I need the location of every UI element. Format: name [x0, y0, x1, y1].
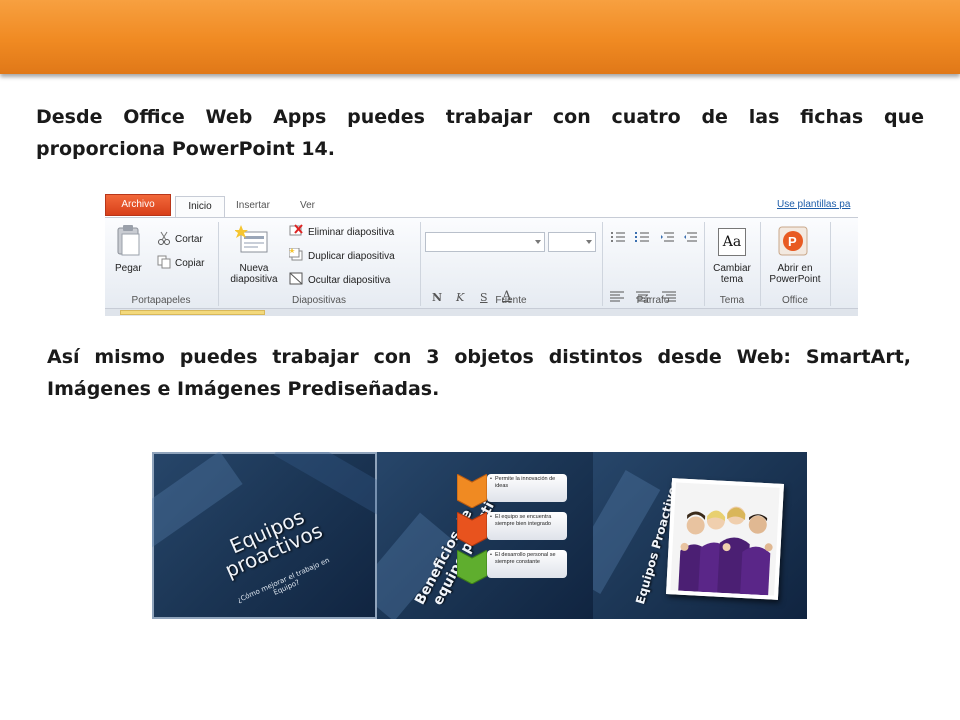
list-buttons-icon[interactable] — [610, 230, 700, 246]
nueva-line-1: Nueva — [239, 263, 269, 274]
svg-text:P: P — [788, 234, 797, 249]
copy-icon[interactable] — [157, 255, 171, 269]
powerpoint-icon[interactable]: P — [778, 226, 808, 256]
ribbon-tab-bar: Archivo Inicio Insertar Ver Use plantill… — [105, 191, 858, 218]
group-label-parrafo: Párrafo — [636, 295, 670, 306]
ocultar-diapositiva-button[interactable]: Ocultar diapositiva — [308, 275, 390, 286]
ribbon-body: Pegar Cortar Copiar Portapapeles Nueva d… — [105, 217, 858, 309]
duplicar-diapositiva-button[interactable]: Duplicar diapositiva — [308, 251, 395, 262]
eliminar-diapositiva-button[interactable]: Eliminar diapositiva — [308, 227, 394, 238]
abrir-line-1: Abrir en — [777, 263, 813, 274]
separator — [218, 222, 219, 306]
cortar-button[interactable]: Cortar — [175, 234, 203, 245]
chevron-green — [457, 550, 487, 584]
font-size-combo[interactable] — [548, 232, 596, 252]
ribbon-bottom-strip — [105, 309, 858, 316]
cambiar-tema-button[interactable]: Cambiar tema — [705, 263, 759, 285]
bullet-box-1: Permite la innovación de ideas — [487, 474, 567, 502]
separator — [420, 222, 421, 306]
delete-slide-icon[interactable] — [289, 224, 303, 237]
slide-thumbnail-1[interactable]: Equipos proactivos ¿Cómo mejorar el trab… — [152, 452, 377, 619]
chevron-down-icon — [535, 240, 541, 244]
tab-archivo[interactable]: Archivo — [105, 194, 171, 216]
nueva-line-2: diapositiva — [230, 274, 278, 285]
group-label-tema: Tema — [719, 295, 745, 306]
powerpoint-ribbon: Archivo Inicio Insertar Ver Use plantill… — [105, 191, 858, 316]
objects-paragraph: Así mismo puedes trabajar con 3 objetos … — [47, 341, 911, 405]
paste-icon[interactable] — [116, 225, 142, 257]
group-label-diapositivas: Diapositivas — [292, 295, 346, 306]
nueva-diapositiva-button[interactable]: Nueva diapositiva — [223, 263, 285, 285]
scissors-icon[interactable] — [157, 231, 171, 245]
font-name-combo[interactable] — [425, 232, 545, 252]
group-label-fuente: Fuente — [495, 295, 527, 306]
separator — [830, 222, 831, 306]
selected-slide-indicator — [120, 310, 265, 315]
use-templates-link[interactable]: Use plantillas pa — [777, 199, 850, 210]
slide-thumbnail-2[interactable]: Beneficios de un equipo proactivo Permit… — [377, 452, 593, 619]
duplicate-slide-icon[interactable] — [289, 248, 303, 261]
header-band — [0, 0, 960, 74]
objects-line-2: Imágenes e Imágenes Prediseñadas. — [47, 378, 440, 400]
slide-thumbnail-3[interactable]: Equipos Proactivos — [593, 452, 807, 619]
separator — [602, 222, 603, 306]
pegar-button[interactable]: Pegar — [115, 263, 142, 274]
abrir-en-powerpoint-button[interactable]: Abrir en PowerPoint — [761, 263, 829, 285]
copiar-button[interactable]: Copiar — [175, 258, 204, 269]
team-photo — [666, 478, 784, 600]
cambiar-line-2: tema — [720, 274, 744, 285]
intro-line-2: proporciona PowerPoint 14. — [36, 138, 335, 160]
tab-inicio[interactable]: Inicio — [175, 196, 225, 218]
bullet-box-2: El equipo se encuentra siempre bien inte… — [487, 512, 567, 540]
abrir-line-2: PowerPoint — [769, 274, 821, 285]
theme-icon[interactable]: Aa — [718, 228, 746, 256]
intro-line-1: Desde Office Web Apps puedes trabajar co… — [36, 106, 924, 128]
intro-paragraph: Desde Office Web Apps puedes trabajar co… — [36, 101, 924, 165]
slide-thumbnails: Equipos proactivos ¿Cómo mejorar el trab… — [152, 452, 807, 619]
cambiar-line-1: Cambiar — [713, 263, 751, 274]
tab-ver[interactable]: Ver — [300, 196, 315, 218]
chevron-down-icon — [586, 240, 592, 244]
team-people-image — [670, 482, 780, 596]
tab-insertar[interactable]: Insertar — [236, 196, 270, 218]
objects-line-1: Así mismo puedes trabajar con 3 objetos … — [47, 346, 911, 368]
hide-slide-icon[interactable] — [289, 272, 303, 285]
chevron-red — [457, 512, 487, 546]
group-label-portapapeles: Portapapeles — [131, 295, 191, 306]
group-label-office: Office — [782, 295, 808, 306]
chevron-orange — [457, 474, 487, 508]
new-slide-icon[interactable] — [235, 225, 269, 255]
bullet-box-3: El desarrollo personal se siempre consta… — [487, 550, 567, 578]
